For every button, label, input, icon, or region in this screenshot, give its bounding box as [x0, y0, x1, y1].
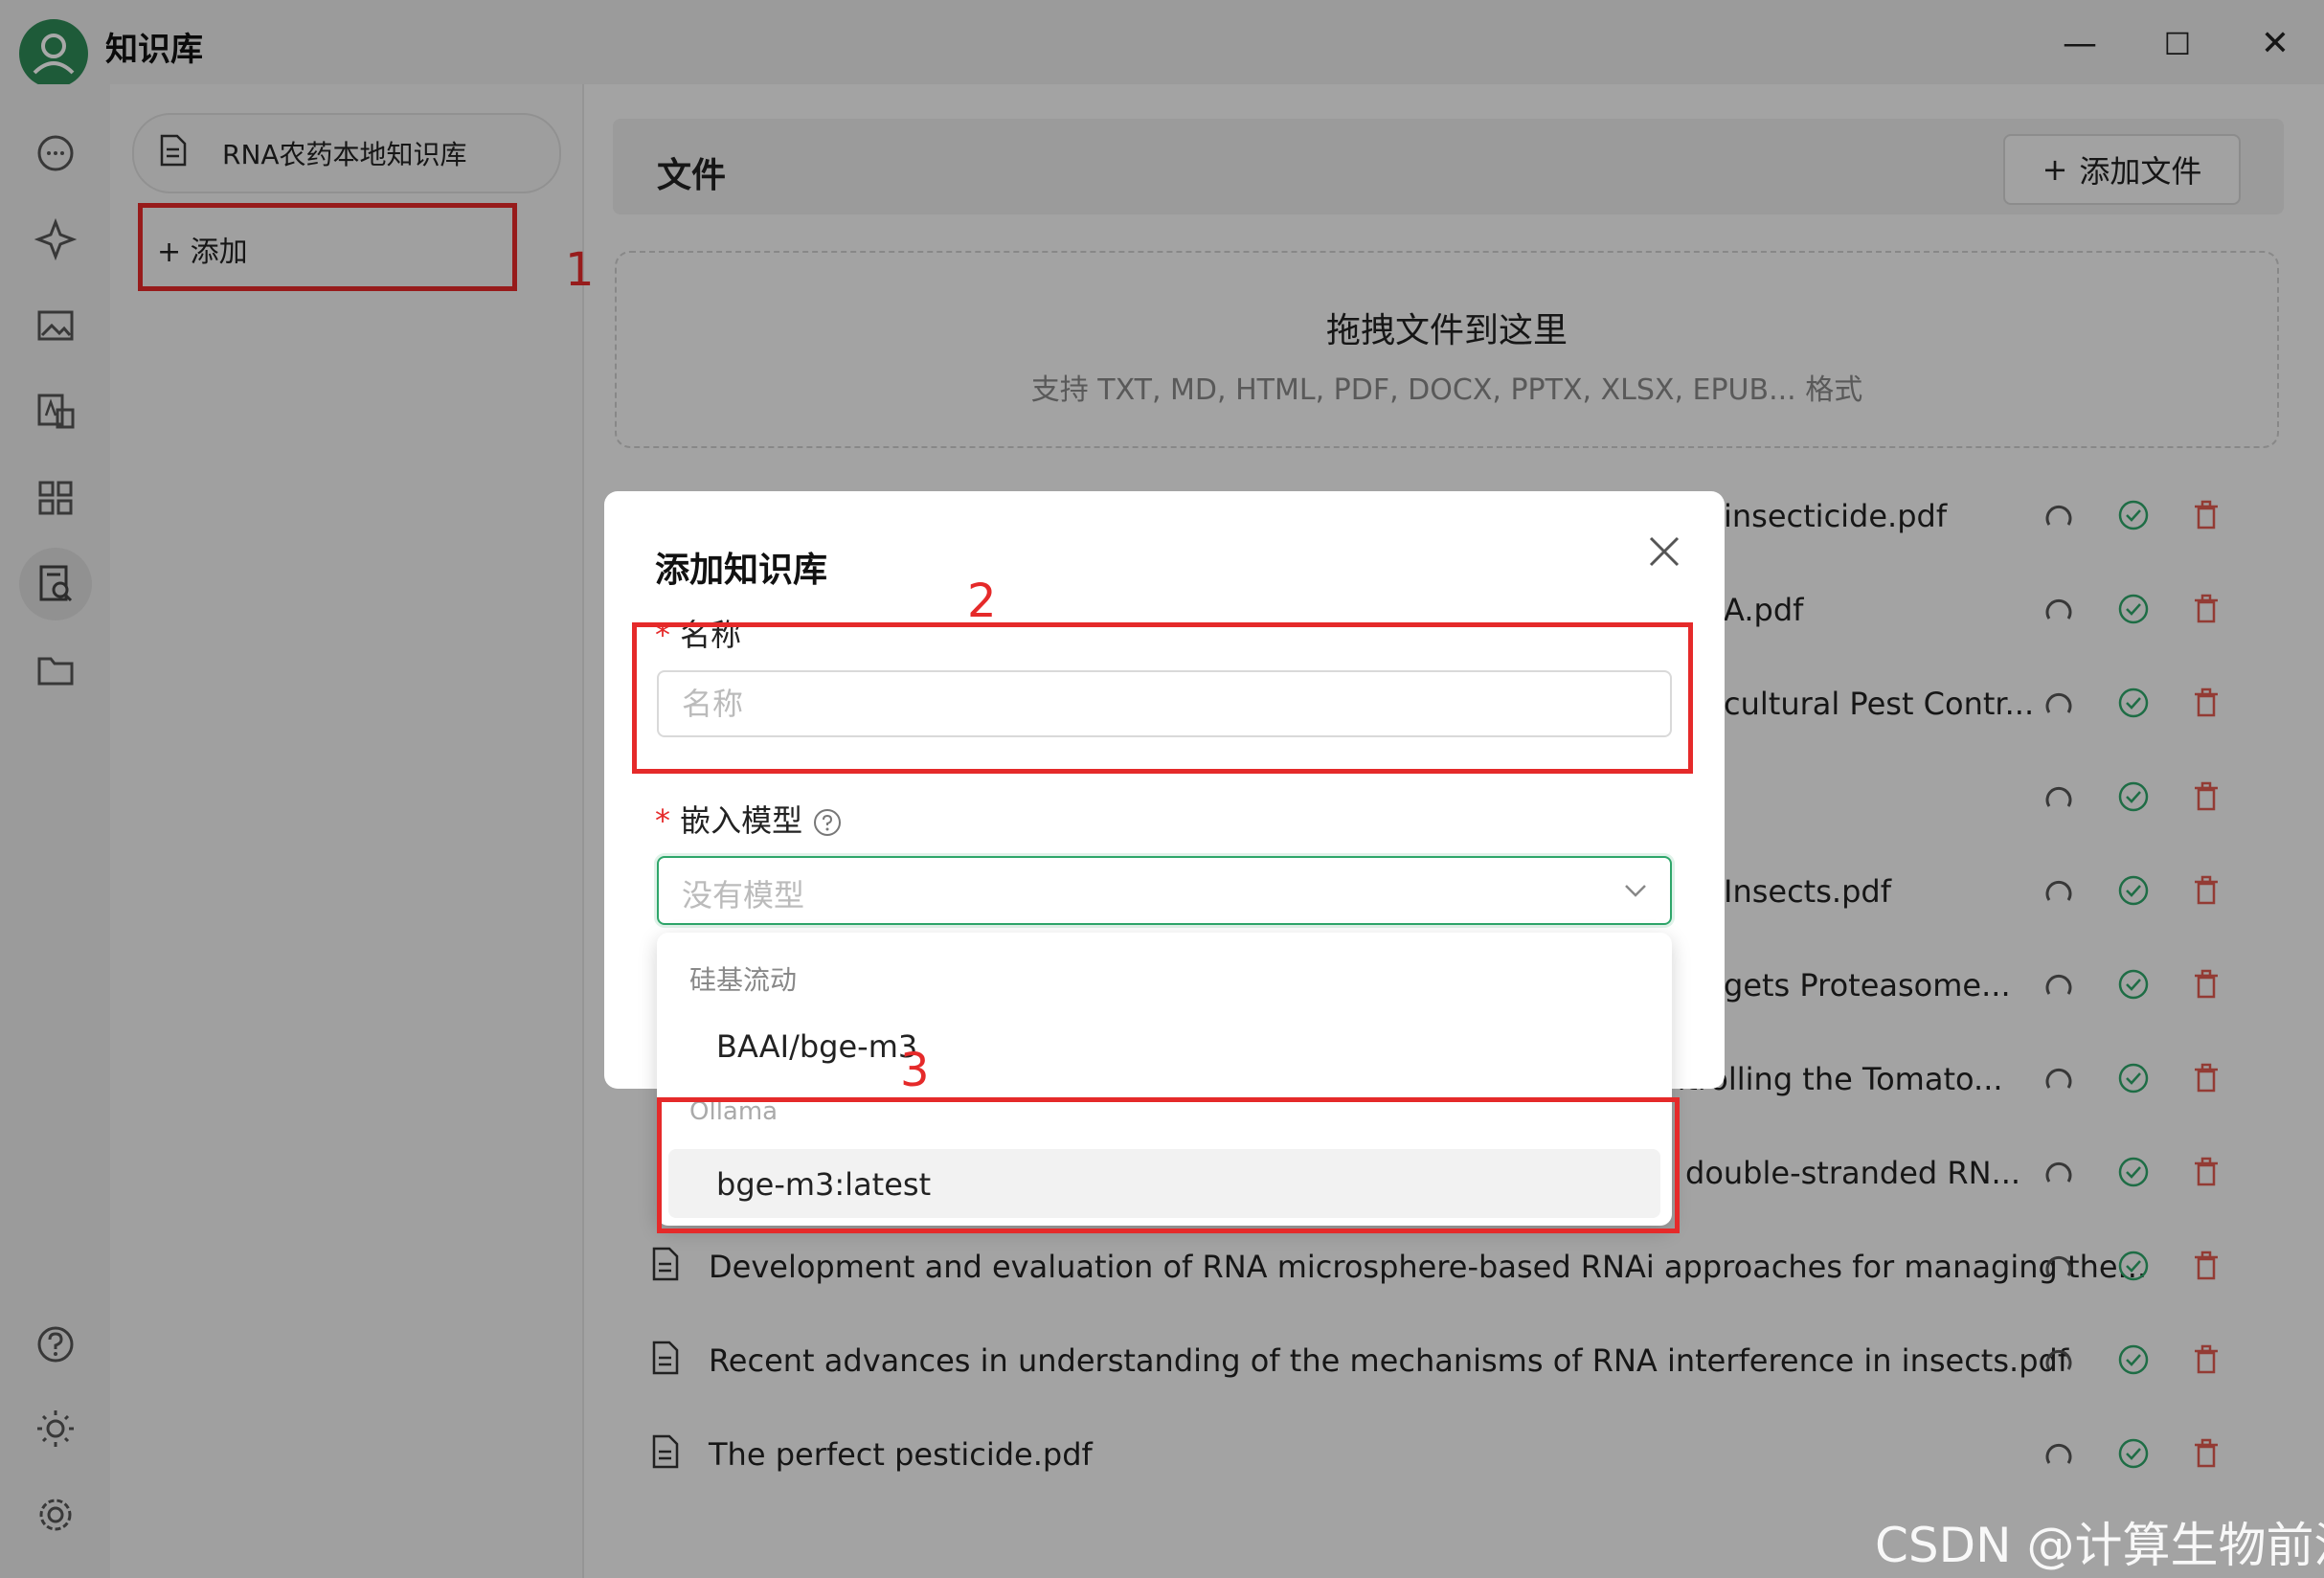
embed-model-select[interactable]: [657, 856, 1672, 925]
watermark: CSDN @计算生物前沿: [1875, 1518, 2324, 1573]
embed-model-placeholder: 没有模型: [682, 877, 805, 913]
help-circle-icon[interactable]: [812, 807, 843, 838]
close-icon[interactable]: [1645, 532, 1683, 571]
annotation-2: 2: [967, 575, 997, 628]
highlight-box-3: [657, 1097, 1680, 1233]
option-baai-bge-m3[interactable]: BAAI/bge-m3: [716, 1028, 917, 1065]
embed-model-label: * 嵌入模型: [655, 797, 843, 841]
chevron-down-icon: [1620, 875, 1651, 910]
dialog-title: 添加知识库: [655, 551, 828, 590]
required-mark: *: [655, 802, 670, 839]
embed-label-text: 嵌入模型: [680, 802, 803, 839]
annotation-3: 3: [900, 1044, 930, 1097]
highlight-box-2: [632, 622, 1693, 774]
group-label-siliconflow: 硅基流动: [689, 964, 798, 996]
